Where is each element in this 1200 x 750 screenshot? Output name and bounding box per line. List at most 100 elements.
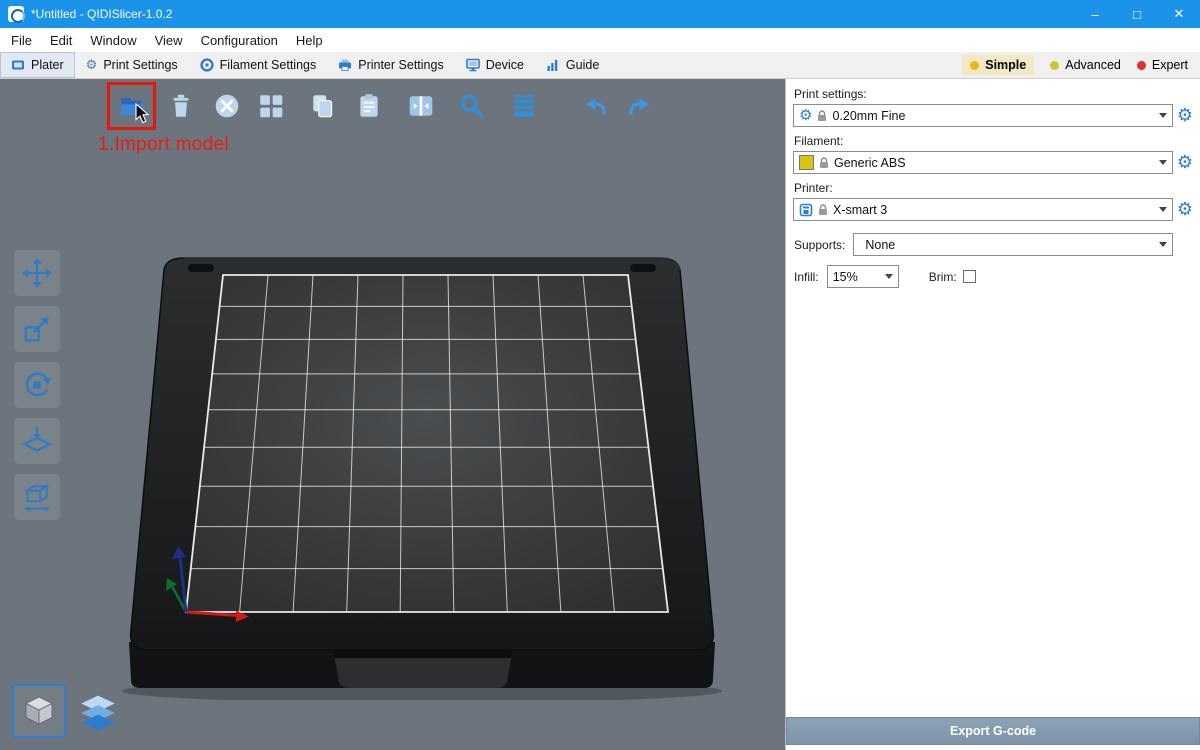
- split-button[interactable]: [401, 86, 441, 126]
- mode-simple[interactable]: Simple: [962, 55, 1034, 75]
- chevron-down-icon: [1159, 207, 1167, 212]
- simple-mode-dot-icon: [970, 61, 979, 70]
- tab-device-label: Device: [486, 58, 524, 72]
- printer-gear-button[interactable]: ⚙: [1173, 201, 1197, 219]
- print-settings-select[interactable]: ⚙ 0.20mm Fine: [793, 104, 1173, 127]
- filament-label: Filament:: [794, 134, 1197, 148]
- advanced-mode-dot-icon: [1050, 61, 1059, 70]
- lock-icon: [819, 157, 829, 169]
- chevron-down-icon: [885, 274, 893, 279]
- rotate-icon: [21, 369, 53, 401]
- undo-icon: [581, 92, 609, 120]
- tab-printer-settings[interactable]: Printer Settings: [327, 52, 454, 78]
- undo-button[interactable]: [575, 86, 615, 126]
- print-settings-value: 0.20mm Fine: [832, 109, 905, 123]
- delete-icon: [167, 92, 195, 120]
- 3d-view-cube-icon: [21, 693, 57, 729]
- arrange-button[interactable]: [251, 86, 291, 126]
- rotate-tool-button[interactable]: [14, 362, 60, 408]
- arrange-icon: [257, 92, 285, 120]
- place-on-face-icon: [21, 425, 53, 457]
- tab-filament-settings[interactable]: Filament Settings: [189, 52, 328, 78]
- filament-settings-tab-icon: [200, 58, 214, 72]
- place-on-face-tool-button[interactable]: [14, 418, 60, 464]
- mode-switcher: Simple Advanced Expert: [962, 52, 1200, 78]
- menu-help[interactable]: Help: [287, 29, 332, 52]
- tab-print-settings[interactable]: ⚙ Print Settings: [75, 52, 189, 78]
- paste-button[interactable]: [349, 86, 389, 126]
- copy-button[interactable]: [303, 86, 343, 126]
- supports-select[interactable]: None: [853, 233, 1173, 256]
- supports-value: None: [859, 238, 895, 252]
- supports-label: Supports:: [794, 238, 845, 252]
- plater-icon: [11, 58, 25, 72]
- tab-filament-settings-label: Filament Settings: [220, 58, 317, 72]
- 3d-editor-view-button[interactable]: [12, 684, 66, 738]
- tab-device[interactable]: Device: [455, 52, 535, 78]
- chevron-down-icon: [1159, 113, 1167, 118]
- menu-view[interactable]: View: [146, 29, 192, 52]
- maximize-button[interactable]: □: [1116, 0, 1158, 28]
- split-icon: [407, 92, 435, 120]
- tab-guide-label: Guide: [566, 58, 599, 72]
- 3d-viewport[interactable]: 1.Import model: [0, 79, 785, 750]
- delete-all-button[interactable]: [207, 86, 247, 126]
- brim-checkbox[interactable]: [963, 270, 976, 283]
- tab-guide[interactable]: Guide: [535, 52, 610, 78]
- menu-edit[interactable]: Edit: [41, 29, 81, 52]
- filament-gear-button[interactable]: ⚙: [1173, 154, 1197, 172]
- app-logo-icon: [8, 6, 24, 22]
- menu-configuration[interactable]: Configuration: [192, 29, 287, 52]
- menu-window[interactable]: Window: [81, 29, 145, 52]
- menu-bar: File Edit Window View Configuration Help: [0, 28, 1200, 52]
- measure-tool-button[interactable]: [14, 474, 60, 520]
- infill-value: 15%: [833, 270, 858, 284]
- search-icon: [458, 92, 486, 120]
- export-gcode-button[interactable]: Export G-code: [786, 717, 1200, 745]
- minimize-button[interactable]: –: [1074, 0, 1116, 28]
- delete-button[interactable]: [161, 86, 201, 126]
- tab-print-settings-label: Print Settings: [103, 58, 177, 72]
- printer-icon: [799, 203, 813, 217]
- menu-file[interactable]: File: [2, 29, 41, 52]
- lock-icon: [818, 204, 828, 216]
- device-tab-icon: [466, 58, 480, 72]
- filament-color-swatch: [799, 155, 814, 170]
- mode-advanced[interactable]: Advanced: [1050, 58, 1121, 72]
- window-title: *Untitled - QIDISlicer-1.0.2: [31, 7, 172, 21]
- print-settings-gear-button[interactable]: ⚙: [1173, 107, 1197, 125]
- redo-button[interactable]: [620, 86, 660, 126]
- lock-icon: [817, 110, 827, 122]
- tab-printer-settings-label: Printer Settings: [358, 58, 443, 72]
- filament-select[interactable]: Generic ABS: [793, 151, 1173, 174]
- sliced-preview-button[interactable]: [74, 689, 122, 737]
- move-tool-button[interactable]: [14, 250, 60, 296]
- mode-expert[interactable]: Expert: [1137, 58, 1188, 72]
- redo-icon: [626, 92, 654, 120]
- variable-layer-height-button[interactable]: [504, 86, 544, 126]
- chevron-down-icon: [1159, 160, 1167, 165]
- title-bar: *Untitled - QIDISlicer-1.0.2 – □ ✕: [0, 0, 1200, 28]
- search-button[interactable]: [452, 86, 492, 126]
- guide-tab-icon: [546, 58, 560, 72]
- build-plate: [118, 250, 728, 700]
- tab-plater[interactable]: Plater: [0, 52, 75, 78]
- printer-select[interactable]: X-smart 3: [793, 198, 1173, 221]
- printer-label: Printer:: [794, 181, 1197, 195]
- delete-all-icon: [213, 92, 241, 120]
- infill-label: Infill:: [794, 270, 819, 284]
- close-button[interactable]: ✕: [1158, 0, 1200, 28]
- chevron-down-icon: [1159, 242, 1167, 247]
- infill-select[interactable]: 15%: [827, 265, 899, 288]
- scale-tool-button[interactable]: [14, 306, 60, 352]
- mode-advanced-label: Advanced: [1065, 58, 1121, 72]
- printer-settings-tab-icon: [338, 58, 352, 72]
- move-icon: [21, 257, 53, 289]
- manipulation-toolbar: [14, 250, 60, 520]
- mode-simple-label: Simple: [985, 58, 1026, 72]
- expert-mode-dot-icon: [1137, 61, 1146, 70]
- layers-preview-icon: [77, 693, 119, 733]
- tab-bar: Plater ⚙ Print Settings Filament Setting…: [0, 52, 1200, 79]
- application-window: *Untitled - QIDISlicer-1.0.2 – □ ✕ File …: [0, 0, 1200, 750]
- filament-value: Generic ABS: [834, 156, 906, 170]
